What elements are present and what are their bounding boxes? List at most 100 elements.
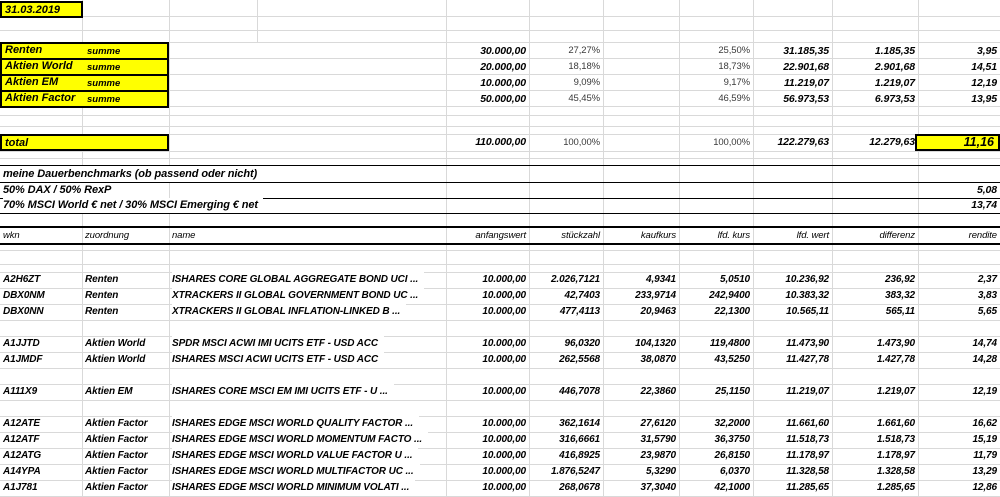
header-stueckzahl: stückzahl [561,230,600,241]
cell-name: ISHARES MSCI ACWI UCITS ETF - USD ACC [172,352,385,368]
cell-name: ISHARES EDGE MSCI WORLD MINIMUM VOLATI .… [172,480,416,496]
cell-lfd-wert: 11.518,73 [786,434,829,445]
benchmark-title-row: meine Dauerbenchmarks (ob passend oder n… [0,166,1000,182]
cell-rendite: 12,86 [972,482,997,493]
benchmark-rendite: 5,08 [976,184,997,196]
cell-rendite: 15,19 [972,434,997,445]
cell-stueckzahl: 42,7403 [564,290,601,301]
etf-row: A1JJTD Aktien World SPDR MSCI ACWI IMI U… [0,336,1000,352]
cell-anfangswert: 10.000,00 [482,466,526,477]
cell-lfd-kurs: 26,8150 [714,450,751,461]
cell-rendite: 13,29 [972,466,997,477]
gridline [0,115,1000,116]
cell-kaufkurs: 5,3290 [646,466,676,477]
cell-rendite: 12,19 [971,77,997,89]
cell-anfangswert: 10.000,00 [482,274,526,285]
cell-stueckzahl: 446,7078 [559,386,600,397]
cell-kaufkurs: 31,5790 [640,434,677,445]
cell-lfd-kurs: 5,0510 [720,274,750,285]
cell-zuordnung: Aktien Factor [85,434,148,445]
cell-stueckzahl: 1.876,5247 [550,466,600,477]
gridline [0,126,1000,127]
gridline [0,250,1000,251]
header-name: name [172,230,196,241]
cell-name: ISHARES EDGE MSCI WORLD MULTIFACTOR UC .… [172,464,420,480]
cell-zuordnung: Aktien Factor [85,418,148,429]
cell-differenz: 1.661,60 [876,418,915,429]
etf-row: A12ATE Aktien Factor ISHARES EDGE MSCI W… [0,416,1000,432]
cell-actual-percent: 46,59% [718,93,750,104]
cell-zuordnung: Renten [85,274,119,285]
cell-kaufkurs: 37,3040 [640,482,677,493]
cell-differenz: 1.178,97 [876,450,915,461]
cell-anfangswert: 10.000,00 [480,77,526,89]
cell-lfd-kurs: 22,1300 [714,306,751,317]
header-wkn: wkn [3,230,20,241]
header-lfd-wert: lfd. wert [796,230,829,241]
cell-lfd-wert: 10.565,11 [786,306,829,317]
date-cell: 31.03.2019 [0,1,83,18]
cell-wkn: A1JJTD [3,338,40,349]
cell-lfd-wert: 11.328,58 [786,466,829,477]
cell-lfd-wert: 11.178,97 [786,450,829,461]
cell-differenz: 383,32 [885,290,915,301]
cell-lfd-kurs: 42,1000 [714,482,751,493]
cell-lfd-kurs: 43,5250 [714,354,751,365]
cell-rendite: 14,28 [972,354,997,365]
cell-kaufkurs: 233,9714 [635,290,676,301]
etf-row: A12ATF Aktien Factor ISHARES EDGE MSCI W… [0,432,1000,448]
cell-lfd-wert: 11.219,07 [783,77,829,89]
cell-kaufkurs: 23,9870 [640,450,677,461]
cell-anfangswert: 10.000,00 [482,482,526,493]
cell-total-differenz: 12.279,63 [869,136,915,148]
cell-name: ISHARES EDGE MSCI WORLD MOMENTUM FACTO .… [172,432,429,448]
cell-zuordnung: Renten [85,306,119,317]
cell-wkn: A12ATE [3,418,41,429]
cell-actual-percent: 18,73% [718,61,750,72]
gridline [0,30,1000,31]
cell-anfangswert: 10.000,00 [482,386,526,397]
benchmark-rendite: 13,74 [971,199,997,211]
cell-kaufkurs: 22,3860 [640,386,677,397]
etf-row: A111X9 Aktien EM ISHARES CORE MSCI EM IM… [0,384,1000,400]
header-kaufkurs: kaufkurs [640,230,676,241]
cell-rendite: 16,62 [972,418,997,429]
header-zuordnung: zuordnung [85,230,129,241]
cell-rendite: 3,83 [977,290,997,301]
cell-anfangswert: 10.000,00 [482,434,526,445]
summary-value-row: 30.000,00 27,27% 25,50% 31.185,35 1.185,… [0,43,1000,59]
cell-wkn: A111X9 [3,386,38,397]
cell-rendite: 2,37 [977,274,997,285]
cell-lfd-wert: 56.973,53 [783,93,829,105]
cell-anfangswert: 30.000,00 [480,45,526,57]
gridline [0,368,1000,369]
summary-value-row: 10.000,00 9,09% 9,17% 11.219,07 1.219,07… [0,75,1000,91]
cell-lfd-wert: 31.185,35 [783,45,829,57]
cell-rendite: 12,19 [972,386,997,397]
cell-rendite: 3,95 [976,45,997,57]
summary-value-row: 50.000,00 45,45% 46,59% 56.973,53 6.973,… [0,91,1000,107]
cell-actual-percent: 9,17% [723,77,751,88]
cell-lfd-kurs: 6,0370 [720,466,750,477]
cell-actual-percent: 25,50% [718,45,750,56]
cell-lfd-kurs: 242,9400 [709,290,750,301]
cell-kaufkurs: 4,9341 [646,274,676,285]
cell-stueckzahl: 96,0320 [564,338,601,349]
cell-lfd-wert: 11.661,60 [786,418,829,429]
portfolio-spreadsheet: 31.03.2019 Renten summe Aktien World sum… [0,0,1000,497]
cell-target-percent: 9,09% [573,77,601,88]
cell-kaufkurs: 27,6120 [640,418,677,429]
gridline [0,264,1000,265]
cell-target-percent: 27,27% [568,45,600,56]
cell-differenz: 1.185,35 [874,45,915,57]
benchmark-row-dax: 50% DAX / 50% RexP 5,08 [0,183,1000,198]
cell-lfd-wert: 10.383,32 [785,290,829,301]
gridline [0,16,1000,17]
cell-differenz: 2.901,68 [874,61,915,73]
cell-differenz: 1.427,78 [876,354,915,365]
cell-total-lfd-wert: 122.279,63 [777,136,829,148]
cell-differenz: 1.518,73 [876,434,915,445]
cell-lfd-wert: 11.427,78 [786,354,829,365]
report-date: 31.03.2019 [5,4,61,16]
etf-row: A12ATG Aktien Factor ISHARES EDGE MSCI W… [0,448,1000,464]
